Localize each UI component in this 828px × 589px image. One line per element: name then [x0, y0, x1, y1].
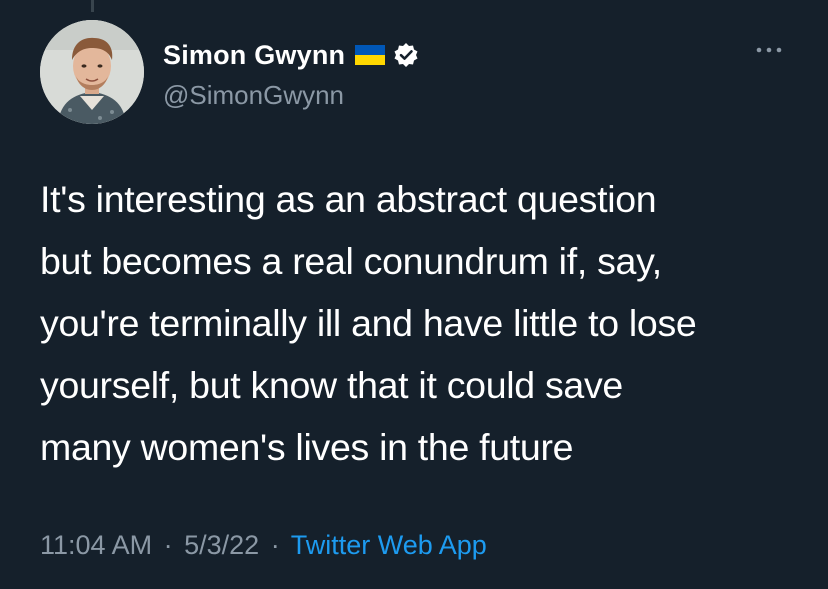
author-handle[interactable]: @SimonGwynn	[163, 80, 344, 111]
author-name-row[interactable]: Simon Gwynn	[163, 38, 419, 72]
tweet-time[interactable]: 11:04 AM	[40, 530, 152, 560]
avatar[interactable]	[40, 20, 144, 124]
ukraine-flag-icon	[355, 45, 386, 65]
tweet-date[interactable]: 5/3/22	[184, 530, 259, 560]
author-display-name[interactable]: Simon Gwynn	[163, 40, 345, 71]
verified-badge-icon	[393, 42, 419, 68]
more-options-icon[interactable]	[752, 40, 786, 60]
metadata-separator: ·	[163, 530, 173, 560]
tweet-text: It's interesting as an abstract question…	[40, 178, 697, 468]
tweet-metadata: 11:04 AM · 5/3/22 · Twitter Web App	[40, 530, 487, 561]
tweet-source-link[interactable]: Twitter Web App	[291, 530, 487, 560]
thread-connector-line	[91, 0, 94, 12]
metadata-separator: ·	[270, 530, 280, 560]
avatar-image	[40, 20, 144, 124]
